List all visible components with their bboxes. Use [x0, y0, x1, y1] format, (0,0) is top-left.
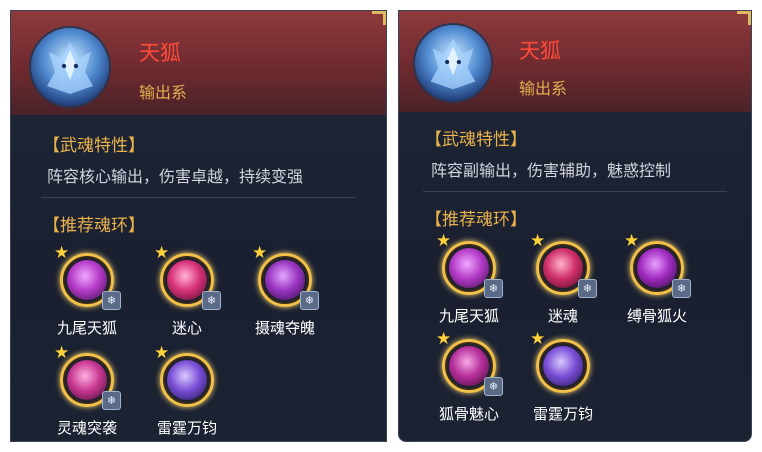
skill-ring[interactable]: ★ ❄ 九尾天狐 — [429, 233, 509, 326]
skill-ring[interactable]: ★ ❄ 九尾天狐 — [47, 245, 127, 338]
hero-role: 输出系 — [139, 83, 188, 102]
section-divider — [423, 191, 727, 192]
fox-icon — [47, 42, 93, 94]
hero-avatar[interactable] — [31, 28, 109, 106]
star-icon: ★ — [436, 231, 452, 251]
hero-avatar[interactable] — [415, 25, 491, 101]
soul-ring-section-title: 【推荐魂环】 — [43, 216, 145, 236]
ring-orb-icon — [67, 360, 107, 400]
star-icon: ★ — [54, 243, 70, 263]
skill-label: 迷魂 — [547, 307, 578, 325]
ring-orb-icon — [167, 260, 207, 300]
skill-ring[interactable]: ★ ❄ 灵魂突袭 — [47, 345, 127, 438]
skill-ring[interactable]: ★ ❄ 狐骨魅心 — [429, 331, 509, 424]
star-icon: ★ — [530, 231, 546, 251]
element-badge-icon: ❄ — [484, 279, 503, 298]
skill-ring[interactable]: ★ ❄ 迷魂 — [523, 233, 603, 326]
ring-orb-icon — [167, 360, 207, 400]
element-badge-icon: ❄ — [578, 279, 597, 298]
hero-card-left: 天狐 输出系 【武魂特性】 阵容核心输出，伤害卓越，持续变强 【推荐魂环】 ★ … — [10, 10, 387, 442]
corner-ornament — [372, 11, 386, 25]
skill-label: 灵魂突袭 — [56, 419, 117, 437]
skill-ring[interactable]: ★ 雷霆万钧 — [523, 331, 603, 424]
trait-section-title: 【武魂特性】 — [425, 130, 527, 150]
skill-label: 雷霆万钧 — [156, 419, 217, 437]
star-icon: ★ — [436, 329, 452, 349]
skill-label: 狐骨魅心 — [438, 405, 499, 423]
ring-orb-icon — [265, 260, 305, 300]
ring-orb-icon — [637, 248, 677, 288]
star-icon: ★ — [154, 243, 170, 263]
element-badge-icon: ❄ — [300, 291, 319, 310]
fox-icon — [430, 38, 476, 90]
star-icon: ★ — [252, 243, 268, 263]
element-badge-icon: ❄ — [672, 279, 691, 298]
skill-ring[interactable]: ★ ❄ 缚骨狐火 — [617, 233, 697, 326]
element-badge-icon: ❄ — [102, 391, 121, 410]
ring-orb-icon — [449, 346, 489, 386]
skill-ring[interactable]: ★ 雷霆万钧 — [147, 345, 227, 438]
skill-label: 九尾天狐 — [56, 319, 117, 337]
ring-orb-icon — [543, 248, 583, 288]
ring-orb-icon — [543, 346, 583, 386]
hero-role: 输出系 — [519, 79, 568, 98]
hero-card-right: 天狐 输出系 【武魂特性】 阵容副输出，伤害辅助，魅惑控制 【推荐魂环】 ★ ❄… — [398, 10, 752, 442]
star-icon: ★ — [530, 329, 546, 349]
skill-ring[interactable]: ★ ❄ 迷心 — [147, 245, 227, 338]
skill-label: 摄魂夺魄 — [254, 319, 315, 337]
soul-ring-section-title: 【推荐魂环】 — [425, 210, 527, 230]
star-icon: ★ — [154, 343, 170, 363]
hero-name: 天狐 — [519, 39, 561, 63]
star-icon: ★ — [54, 343, 70, 363]
trait-text: 阵容核心输出，伤害卓越，持续变强 — [47, 167, 304, 186]
star-icon: ★ — [624, 231, 640, 251]
element-badge-icon: ❄ — [202, 291, 221, 310]
element-badge-icon: ❄ — [484, 377, 503, 396]
hero-name: 天狐 — [139, 41, 181, 65]
ring-orb-icon — [449, 248, 489, 288]
trait-text: 阵容副输出，伤害辅助，魅惑控制 — [431, 161, 672, 180]
section-divider — [41, 197, 356, 198]
trait-section-title: 【武魂特性】 — [43, 136, 145, 156]
skill-label: 雷霆万钧 — [532, 405, 593, 423]
skill-label: 迷心 — [171, 319, 202, 337]
skill-ring[interactable]: ★ ❄ 摄魂夺魄 — [245, 245, 325, 338]
ring-orb-icon — [67, 260, 107, 300]
element-badge-icon: ❄ — [102, 291, 121, 310]
skill-label: 缚骨狐火 — [626, 307, 687, 325]
skill-label: 九尾天狐 — [438, 307, 499, 325]
corner-ornament — [737, 11, 751, 25]
